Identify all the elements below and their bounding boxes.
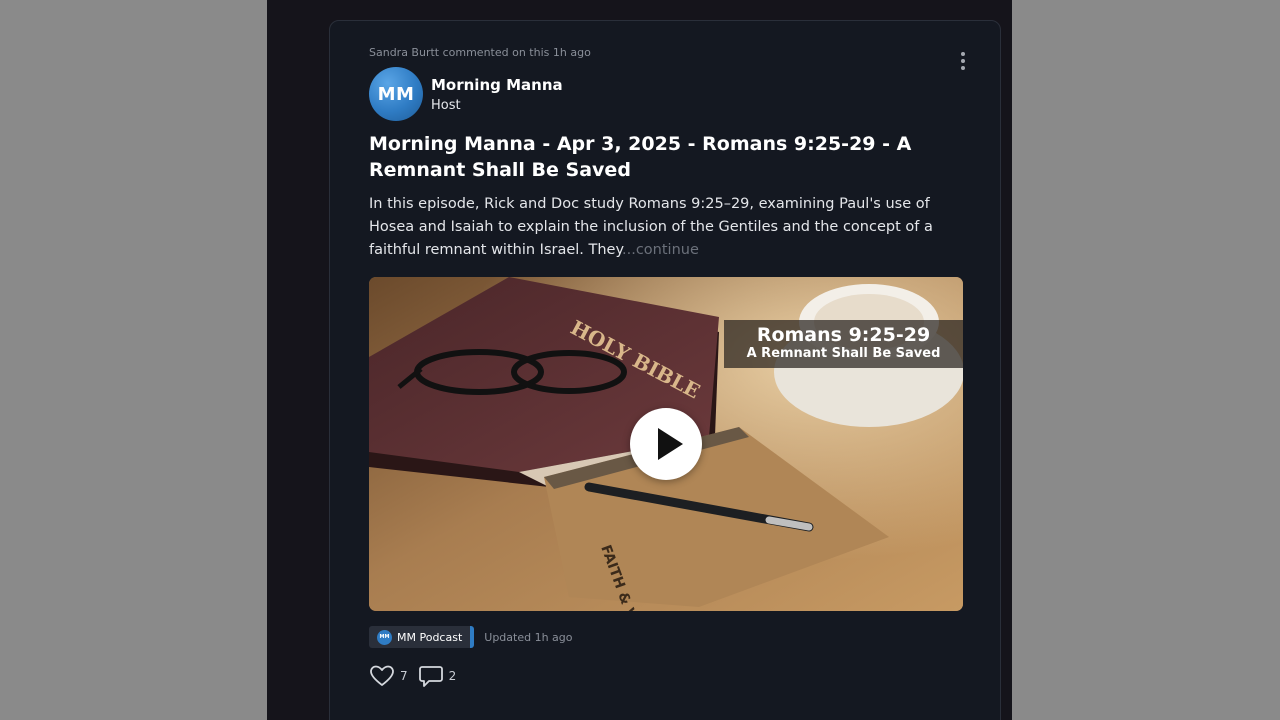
- thumbnail-subtitle: A Remnant Shall Be Saved: [746, 346, 941, 361]
- video-thumbnail[interactable]: HOLY BIBLE FAITH & VALUES Romans 9:25-29: [369, 277, 963, 611]
- more-dots-icon: [961, 52, 965, 56]
- post-card: Sandra Burtt commented on this 1h ago MM…: [329, 20, 1001, 720]
- heart-icon: [370, 665, 394, 686]
- activity-line: Sandra Burtt commented on this 1h ago: [369, 46, 591, 59]
- like-count: 7: [400, 669, 408, 683]
- post-title[interactable]: Morning Manna - Apr 3, 2025 - Romans 9:2…: [369, 131, 969, 183]
- comment-count: 2: [448, 669, 457, 683]
- author-role: Host: [431, 98, 461, 113]
- like-button[interactable]: 7: [369, 664, 408, 688]
- channel-tag[interactable]: MM MM Podcast: [369, 626, 475, 648]
- feed-panel: Sandra Burtt commented on this 1h ago MM…: [267, 0, 1012, 720]
- play-button[interactable]: [630, 408, 702, 480]
- author-name[interactable]: Morning Manna: [431, 76, 563, 94]
- channel-label: MM Podcast: [397, 630, 463, 644]
- post-excerpt: In this episode, Rick and Doc study Roma…: [369, 193, 969, 262]
- updated-timestamp: Updated 1h ago: [484, 630, 573, 644]
- channel-logo-icon: MM: [377, 629, 392, 645]
- comment-icon: [418, 666, 443, 687]
- post-meta: MM MM Podcast Updated 1h ago: [369, 626, 573, 648]
- thumbnail-title-banner: Romans 9:25-29 A Remnant Shall Be Saved: [724, 320, 963, 368]
- reactions-bar: 7 2: [369, 664, 456, 688]
- comment-button[interactable]: 2: [418, 664, 457, 688]
- avatar[interactable]: MM: [369, 67, 423, 121]
- continue-link[interactable]: ...continue: [622, 242, 699, 258]
- play-icon: [658, 428, 683, 460]
- more-options-button[interactable]: [948, 49, 978, 73]
- thumbnail-title: Romans 9:25-29: [756, 324, 931, 346]
